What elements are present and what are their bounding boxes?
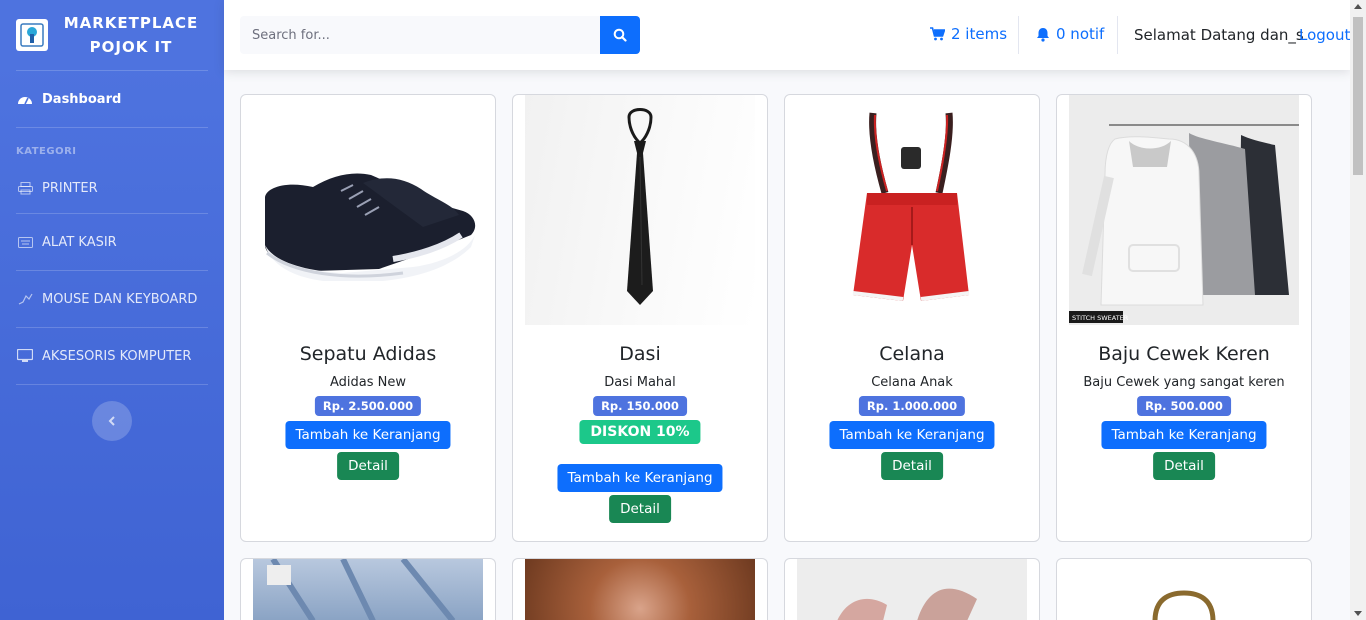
price-badge: Rp. 2.500.000 — [314, 396, 422, 416]
scroll-up-arrow-icon[interactable] — [1354, 4, 1362, 9]
sidebar-item-label: MOUSE DAN KEYBOARD — [42, 291, 198, 307]
printer-icon — [16, 181, 34, 195]
sidebar-item-mouse-keyboard[interactable]: MOUSE DAN KEYBOARD — [0, 271, 224, 327]
sidebar-divider — [16, 384, 208, 385]
detail-button[interactable]: Detail — [337, 452, 399, 480]
product-image-bag[interactable] — [1069, 559, 1299, 620]
logout-link[interactable]: Logout — [1299, 26, 1350, 44]
product-description: Celana Anak — [871, 375, 953, 390]
sidebar-heading: KATEGORI — [16, 146, 77, 157]
product-image-watch[interactable] — [525, 559, 755, 620]
product-card: Celana Celana Anak Rp. 1.000.000 Tambah … — [784, 94, 1040, 542]
notif-link[interactable]: 0 notif — [1036, 25, 1104, 43]
brand-line2: POJOK IT — [89, 38, 173, 56]
sidebar-item-label: PRINTER — [42, 180, 98, 196]
add-to-cart-button[interactable]: Tambah ke Keranjang — [557, 464, 723, 492]
sidebar-item-label: AKSESORIS KOMPUTER — [42, 348, 192, 364]
welcome-text: Selamat Datang dan_s — [1134, 26, 1304, 44]
topbar: 2 items 0 notif Selamat Datang dan_s Log… — [224, 0, 1350, 70]
sidebar-item-printer[interactable]: PRINTER — [0, 163, 224, 213]
tachometer-icon — [16, 92, 34, 106]
brand-logo — [16, 19, 48, 51]
image-caption: STITCH SWEATER — [1072, 314, 1129, 322]
add-to-cart-button[interactable]: Tambah ke Keranjang — [285, 421, 451, 449]
product-image-shoe[interactable] — [253, 95, 483, 325]
desktop-icon — [16, 349, 34, 363]
add-to-cart-button[interactable]: Tambah ke Keranjang — [829, 421, 995, 449]
product-description: Dasi Mahal — [604, 375, 676, 390]
price-badge: Rp. 500.000 — [1137, 396, 1231, 416]
product-card — [1056, 558, 1312, 620]
add-to-cart-button[interactable]: Tambah ke Keranjang — [1101, 421, 1267, 449]
product-title: Celana — [879, 343, 945, 365]
search-form — [240, 16, 640, 54]
sidebar-item-label: Dashboard — [42, 91, 122, 107]
sidebar-item-dashboard[interactable]: Dashboard — [0, 71, 224, 127]
price-badge: Rp. 150.000 — [593, 396, 687, 416]
bell-icon — [1037, 27, 1049, 42]
discount-badge: DISKON 10% — [579, 420, 701, 444]
sidebar-toggle-button[interactable] — [92, 401, 132, 441]
brand[interactable]: MARKETPLACE POJOK IT — [0, 0, 224, 70]
product-image-sweaters[interactable]: STITCH SWEATER — [1069, 95, 1299, 325]
detail-button[interactable]: Detail — [881, 452, 943, 480]
product-image-pants[interactable] — [797, 95, 1027, 325]
detail-button[interactable]: Detail — [1153, 452, 1215, 480]
topbar-divider — [1018, 16, 1019, 54]
product-title: Sepatu Adidas — [299, 343, 437, 365]
product-image-tie[interactable] — [525, 95, 755, 325]
product-card: Dasi Dasi Mahal Rp. 150.000 DISKON 10% T… — [512, 94, 768, 542]
product-title: Dasi — [619, 343, 661, 365]
notif-count: 0 notif — [1056, 25, 1105, 43]
product-card — [240, 558, 496, 620]
product-description: Baju Cewek yang sangat keren — [1083, 375, 1285, 390]
product-image-heels[interactable] — [797, 559, 1027, 620]
product-card — [512, 558, 768, 620]
scroll-thumb[interactable] — [1353, 17, 1363, 175]
cart-icon — [930, 27, 945, 41]
chart-line-icon — [16, 292, 34, 306]
brand-title: MARKETPLACE POJOK IT — [56, 11, 206, 59]
scroll-down-arrow-icon[interactable] — [1354, 611, 1362, 616]
product-card — [784, 558, 1040, 620]
product-image-jeans[interactable] — [253, 559, 483, 620]
cart-link[interactable]: 2 items — [930, 25, 1007, 43]
sidebar: MARKETPLACE POJOK IT Dashboard KATEGORI … — [0, 0, 224, 620]
sidebar-item-label: ALAT KASIR — [42, 234, 117, 250]
search-icon — [613, 28, 627, 42]
chevron-left-icon — [108, 416, 115, 426]
price-badge: Rp. 1.000.000 — [858, 396, 966, 416]
brand-line1: MARKETPLACE — [63, 14, 199, 32]
product-card: STITCH SWEATER Baju Cewek Keren Baju Cew… — [1056, 94, 1312, 542]
cart-count: 2 items — [951, 25, 1008, 43]
topbar-divider — [1117, 16, 1118, 54]
sidebar-item-alat-kasir[interactable]: ALAT KASIR — [0, 214, 224, 270]
search-button[interactable] — [600, 16, 640, 54]
search-input[interactable] — [240, 16, 600, 54]
product-title: Baju Cewek Keren — [1098, 343, 1270, 365]
product-card: Sepatu Adidas Adidas New Rp. 2.500.000 T… — [240, 94, 496, 542]
page-scrollbar[interactable] — [1350, 0, 1366, 620]
keyboard-icon — [16, 235, 34, 249]
detail-button[interactable]: Detail — [609, 495, 671, 523]
sidebar-item-aksesoris-komputer[interactable]: AKSESORIS KOMPUTER — [0, 328, 224, 384]
product-description: Adidas New — [329, 375, 406, 390]
